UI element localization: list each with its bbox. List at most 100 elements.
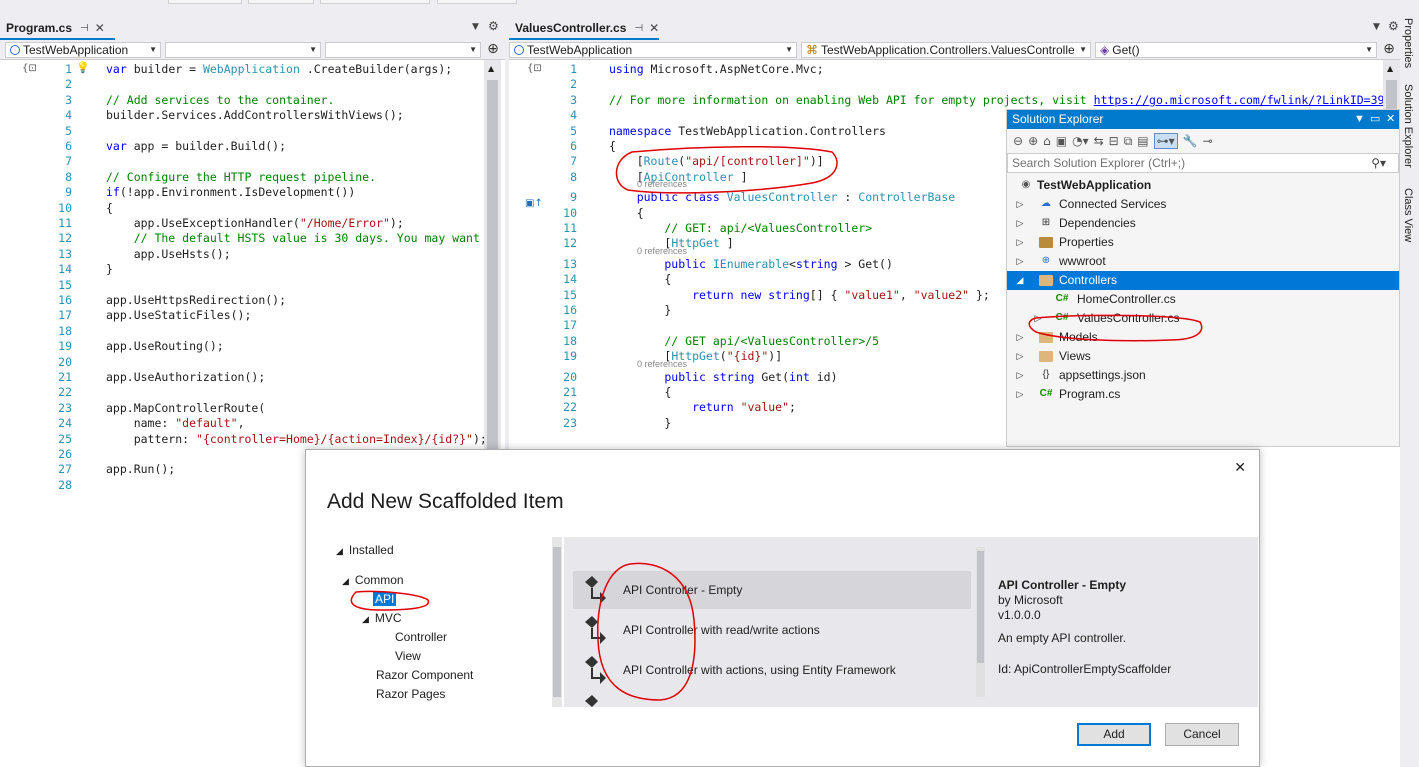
close-icon[interactable]: ✕ — [1234, 460, 1246, 476]
left-code-editor[interactable]: 1 var builder = WebApplication .CreateBui… — [0, 60, 487, 492]
search-icon[interactable]: ⚲▾ — [1371, 154, 1386, 172]
collapse-all-icon[interactable]: ⊟ — [1109, 134, 1119, 148]
quick-action-icon[interactable]: {⊡ — [22, 63, 37, 74]
tree-item[interactable]: C# HomeController.cs — [1007, 290, 1399, 309]
expand-icon[interactable]: ▷ — [1033, 309, 1043, 328]
tree-item[interactable]: ▷ ☁ Connected Services — [1007, 195, 1399, 214]
close-icon[interactable]: ✕ — [1386, 110, 1395, 129]
split-window-icon[interactable]: ⊕ — [485, 42, 501, 58]
code-token: } — [609, 303, 672, 317]
add-button[interactable]: Add — [1077, 723, 1151, 746]
tree-node-common[interactable]: ◢ Common — [342, 573, 404, 587]
tree-item[interactable]: ◢ Controllers — [1007, 271, 1399, 290]
expand-icon[interactable]: ▷ — [1015, 233, 1025, 252]
scrollbar-thumb[interactable] — [977, 551, 984, 663]
scroll-up-icon[interactable]: ▲ — [488, 64, 494, 73]
tree-node-razor-pages[interactable]: Razor Pages — [376, 687, 445, 701]
code-lens-references[interactable]: 0 references — [637, 246, 687, 256]
show-all-files-icon[interactable]: ▤ — [1137, 134, 1148, 148]
cancel-button[interactable]: Cancel — [1165, 723, 1239, 746]
expand-icon[interactable]: ▷ — [1015, 366, 1025, 385]
code-token: { — [106, 200, 113, 215]
tree-item[interactable]: ▷ C# Program.cs — [1007, 385, 1399, 404]
code-lens-references[interactable]: 0 references — [637, 179, 687, 189]
quick-action-icon[interactable]: {⊡ — [527, 63, 542, 74]
category-tree-scrollbar[interactable] — [552, 537, 562, 707]
tree-item[interactable]: ◉ TestWebApplication — [1007, 176, 1399, 195]
sync-icon[interactable]: ⇆ — [1094, 134, 1104, 148]
properties-side-tab[interactable]: Properties — [1402, 18, 1414, 68]
auto-hide-icon[interactable]: ▭ — [1370, 110, 1380, 129]
expand-icon[interactable]: ▷ — [1015, 347, 1025, 366]
tab-dropdown-icon[interactable]: ▼ — [472, 22, 479, 32]
properties-wrench-icon[interactable]: 🔧 — [1183, 134, 1198, 148]
dropdown-icon[interactable]: ▼ — [1354, 110, 1365, 129]
left-editor-scrollbar[interactable]: ▲ — [484, 60, 501, 450]
project-dropdown[interactable]: TestWebApplication ▼ — [509, 42, 797, 58]
scrollbar-thumb[interactable] — [1386, 80, 1397, 110]
tree-node-razor-component[interactable]: Razor Component — [376, 668, 473, 682]
home-icon[interactable]: ⌂ — [1043, 134, 1051, 148]
tree-node-mvc[interactable]: ◢ MVC — [362, 611, 402, 625]
template-list-scrollbar[interactable] — [976, 547, 985, 697]
split-window-icon[interactable]: ⊕ — [1381, 42, 1397, 58]
type-dropdown[interactable]: ▼ — [165, 42, 321, 58]
code-token: [] { — [809, 287, 845, 302]
tree-item[interactable]: ▷ {} appsettings.json — [1007, 366, 1399, 385]
preview-selected-icon[interactable]: ⊶▾ — [1153, 133, 1178, 149]
expand-icon[interactable]: ◢ — [362, 614, 369, 624]
switch-views-icon[interactable]: ▣ — [1056, 134, 1067, 148]
tab-values-controller-cs[interactable]: ValuesController.cs ⊣ ✕ — [509, 18, 659, 40]
scroll-up-icon[interactable]: ▲ — [1387, 64, 1393, 73]
tree-node-api[interactable]: API — [373, 592, 397, 606]
expand-icon[interactable]: ▷ — [1015, 328, 1025, 347]
close-icon[interactable]: ✕ — [95, 21, 105, 35]
close-icon[interactable]: ✕ — [649, 21, 659, 35]
forward-icon[interactable]: ⊕ — [1028, 134, 1038, 148]
expand-icon[interactable]: ◢ — [342, 576, 349, 586]
gear-icon[interactable]: ⚙ — [1388, 19, 1399, 33]
tree-item[interactable]: ▷ C# ValuesController.cs — [1007, 309, 1399, 328]
expand-icon[interactable]: ▷ — [1015, 252, 1025, 271]
class-view-side-tab[interactable]: Class View — [1402, 188, 1414, 242]
back-icon[interactable]: ⊖ — [1013, 134, 1023, 148]
template-item[interactable]: API Controller with actions, using Entit… — [573, 651, 971, 689]
expand-icon[interactable]: ▷ — [1015, 214, 1025, 233]
project-dropdown[interactable]: TestWebApplication ▼ — [5, 42, 161, 58]
class-dropdown[interactable]: ⌘ TestWebApplication.Controllers.ValuesCo… — [801, 42, 1091, 58]
pin-icon[interactable]: ⊣ — [634, 23, 643, 34]
pin-icon[interactable]: ⊣ — [80, 23, 89, 34]
right-editor-scrollbar[interactable]: ▲ — [1383, 60, 1400, 110]
gear-icon[interactable]: ⚙ — [488, 19, 499, 33]
code-lens-references[interactable]: 0 references — [637, 359, 687, 369]
tree-label: MVC — [374, 611, 402, 625]
lightbulb-icon[interactable]: 💡 — [76, 61, 90, 74]
scrollbar-thumb[interactable] — [553, 547, 561, 697]
class-marker-icon[interactable]: ▣↑ — [525, 198, 543, 209]
scrollbar-thumb[interactable] — [487, 80, 498, 450]
history-icon[interactable]: ◔▾ — [1072, 134, 1089, 148]
tab-program-cs[interactable]: Program.cs ⊣ ✕ — [0, 18, 115, 40]
expand-icon[interactable]: ▷ — [1015, 385, 1025, 404]
expand-icon[interactable]: ▷ — [1015, 195, 1025, 214]
tree-item[interactable]: ▷ Properties — [1007, 233, 1399, 252]
tree-node-controller[interactable]: Controller — [395, 630, 447, 644]
copy-icon[interactable]: ⧉ — [1124, 134, 1133, 149]
tab-dropdown-icon[interactable]: ▼ — [1373, 22, 1380, 32]
tree-item[interactable]: ▷ ⊞ Dependencies — [1007, 214, 1399, 233]
tree-node-view[interactable]: View — [395, 649, 421, 663]
member-dropdown[interactable]: ◈ Get() ▼ — [1095, 42, 1377, 58]
template-item[interactable]: API Controller with read/write actions — [573, 611, 971, 649]
collapse-icon[interactable]: ◢ — [1015, 271, 1025, 290]
code-token: .CreateBuilder(args); — [306, 62, 453, 76]
expand-icon[interactable]: ◢ — [336, 546, 343, 556]
pending-changes-icon[interactable]: ⊸ — [1203, 134, 1213, 148]
tree-item[interactable]: ▷ ⊕ wwwroot — [1007, 252, 1399, 271]
solution-search-input[interactable]: Search Solution Explorer (Ctrl+;) ⚲▾ — [1007, 153, 1399, 173]
member-dropdown[interactable]: ▼ — [325, 42, 481, 58]
tree-node-installed[interactable]: ◢ Installed — [336, 543, 394, 557]
tree-item[interactable]: ▷ Models — [1007, 328, 1399, 347]
template-item[interactable]: API Controller - Empty — [573, 571, 971, 609]
solution-explorer-side-tab[interactable]: Solution Explorer — [1402, 84, 1414, 168]
tree-item[interactable]: ▷ Views — [1007, 347, 1399, 366]
